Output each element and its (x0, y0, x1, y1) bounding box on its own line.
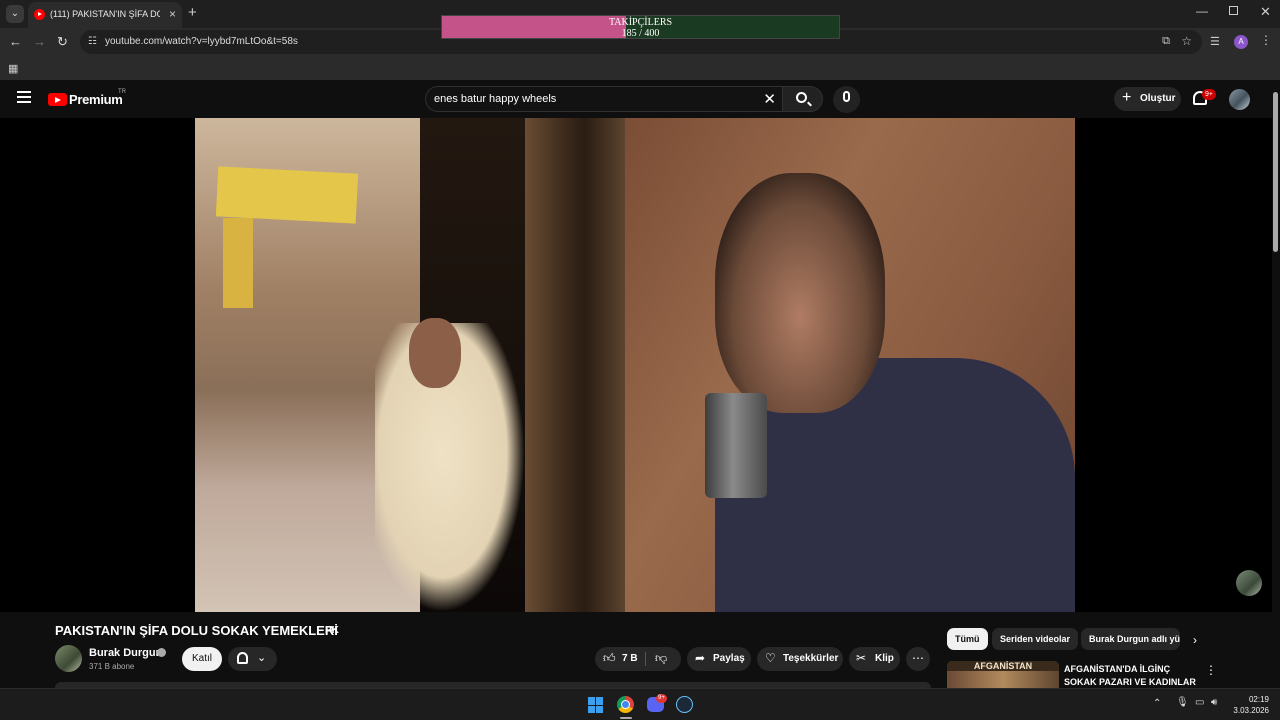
video-shop-sign (215, 166, 359, 224)
clock-date[interactable]: 3.03.2026 (1228, 706, 1269, 715)
voice-search-button[interactable] (833, 86, 860, 113)
apps-grid-icon[interactable]: ▦ (8, 62, 18, 75)
window-restore-icon[interactable] (1229, 6, 1238, 15)
page-scrollbar[interactable] (1272, 80, 1280, 690)
youtube-brand[interactable]: Premium (69, 92, 123, 107)
thanks-label: Teşekkürler (783, 653, 839, 664)
recommendation-thumbnail-text: AFGANİSTAN (947, 661, 1059, 671)
new-tab-icon[interactable]: + (188, 4, 197, 21)
clock-time[interactable]: 02:19 (1233, 695, 1269, 704)
tab-close-icon[interactable]: × (169, 7, 176, 21)
youtube-header: Premium TR enes batur happy wheels ✕ + O… (0, 80, 1272, 118)
like-divider (645, 652, 646, 666)
clip-button[interactable]: ✂ Klip (849, 647, 900, 671)
clip-label: Klip (875, 653, 894, 664)
chip-all[interactable]: Tümü (947, 628, 988, 650)
tab-title: (111) PAKISTAN'IN ŞİFA DOLU SOKAK (50, 9, 160, 19)
browser-tab-active[interactable]: (111) PAKISTAN'IN ŞİFA DOLU SOKAK × (28, 2, 182, 28)
back-icon[interactable]: ← (9, 34, 22, 49)
media-controls-icon[interactable]: ☰ (1210, 35, 1220, 48)
followers-count: 185 / 400 (621, 28, 660, 39)
chrome-active-indicator (620, 717, 632, 719)
chevron-right-icon[interactable]: › (1193, 633, 1197, 647)
window-minimize-icon[interactable]: — (1196, 4, 1208, 18)
more-actions-button[interactable]: ⋯ (906, 647, 930, 671)
channel-avatar[interactable] (55, 645, 82, 672)
share-icon: ➦ (695, 651, 706, 665)
volume-icon[interactable]: 🔊︎ (1211, 697, 1217, 708)
video-title-flag: PK (325, 625, 339, 636)
floating-avatar[interactable] (1236, 570, 1262, 596)
mic-icon (843, 91, 850, 102)
notification-badge: 9+ (1202, 89, 1216, 100)
steam-icon[interactable] (676, 696, 693, 713)
chip-channel-uploads[interactable]: Burak Durgun adlı yük (1081, 628, 1180, 650)
verified-icon (157, 648, 166, 657)
search-input[interactable]: enes batur happy wheels (434, 93, 556, 105)
chip-series[interactable]: Seriden videolar (992, 628, 1079, 650)
tab-search-button[interactable]: ⌄ (6, 5, 24, 23)
share-label: Paylaş (713, 653, 745, 664)
discord-badge: 9+ (656, 694, 667, 703)
create-label: Oluştur (1140, 93, 1176, 104)
like-count[interactable]: 7 B (622, 653, 638, 664)
windows-icon[interactable] (588, 697, 604, 713)
video-frame[interactable] (195, 118, 1075, 612)
youtube-favicon-icon (34, 9, 45, 20)
like-icon[interactable]: 👍︎ (603, 651, 616, 666)
youtube-logo-icon[interactable] (48, 93, 67, 106)
recommendation-menu-icon[interactable]: ⋮ (1205, 663, 1217, 677)
reload-icon[interactable]: ↻ (57, 34, 68, 50)
scrollbar-thumb[interactable] (1273, 92, 1278, 252)
followers-title: TAKİPÇİLERS (608, 17, 673, 28)
subscriber-count: 371 B abone (89, 662, 135, 671)
video-person-head (715, 173, 885, 413)
forward-icon[interactable]: → (33, 34, 46, 49)
bookmarks-bar: ▦ (0, 56, 1280, 80)
followers-goal-overlay: TAKİPÇİLERS 185 / 400 (441, 15, 840, 39)
account-avatar[interactable] (1229, 89, 1250, 110)
windows-taskbar: 9+ ⌃ 🎙︎ ▭ 🔊︎ 02:19 3.03.2026 (0, 688, 1280, 720)
region-code: TR (118, 89, 126, 95)
window-close-icon[interactable]: ✕ (1260, 4, 1271, 20)
share-button[interactable]: ➦ Paylaş (687, 647, 751, 671)
search-icon (796, 92, 807, 103)
video-side-sign (223, 218, 253, 308)
thanks-button[interactable]: ♡ Teşekkürler (757, 647, 843, 671)
create-button[interactable]: + Oluştur (1114, 87, 1181, 111)
search-box[interactable]: enes batur happy wheels ✕ (425, 86, 782, 112)
chrome-icon[interactable] (617, 696, 634, 713)
video-mug (705, 393, 767, 498)
scissors-icon: ✂ (856, 651, 867, 665)
profile-avatar[interactable]: A (1234, 35, 1248, 49)
star-icon[interactable]: ☆ (1181, 34, 1192, 48)
bell-icon (237, 652, 248, 664)
chevron-down-icon: ⌄ (257, 652, 267, 664)
like-dislike-group: 👍︎ 7 B 👎︎ (595, 647, 681, 671)
channel-name[interactable]: Burak Durgun (89, 647, 162, 659)
join-button[interactable]: Katıl (182, 647, 222, 671)
site-info-icon[interactable]: ☷ (88, 36, 100, 48)
menu-icon[interactable] (17, 91, 31, 103)
search-button[interactable] (782, 86, 823, 112)
video-seated-man-head (409, 318, 461, 388)
tray-mic-icon[interactable]: 🎙︎ (1176, 697, 1189, 708)
tray-chevron-icon[interactable]: ⌃ (1153, 698, 1161, 709)
dislike-icon[interactable]: 👎︎ (655, 651, 667, 666)
clear-search-icon[interactable]: ✕ (763, 90, 776, 108)
address-url[interactable]: youtube.com/watch?v=lyybd7mLtOo&t=58s (105, 36, 298, 47)
video-title: PAKISTAN'IN ŞİFA DOLU SOKAK YEMEKLERİ (55, 623, 338, 638)
video-wooden-post (525, 118, 625, 612)
subscribed-notifications-button[interactable]: ⌄ (228, 647, 277, 671)
install-app-icon[interactable]: ⧉ (1162, 35, 1170, 48)
plus-icon: + (1122, 89, 1132, 106)
network-icon[interactable]: ▭ (1195, 697, 1204, 708)
thanks-icon: ♡ (765, 651, 776, 665)
recommendation-thumbnail[interactable]: AFGANİSTAN (947, 661, 1059, 688)
browser-menu-icon[interactable]: ⋮ (1260, 33, 1272, 47)
